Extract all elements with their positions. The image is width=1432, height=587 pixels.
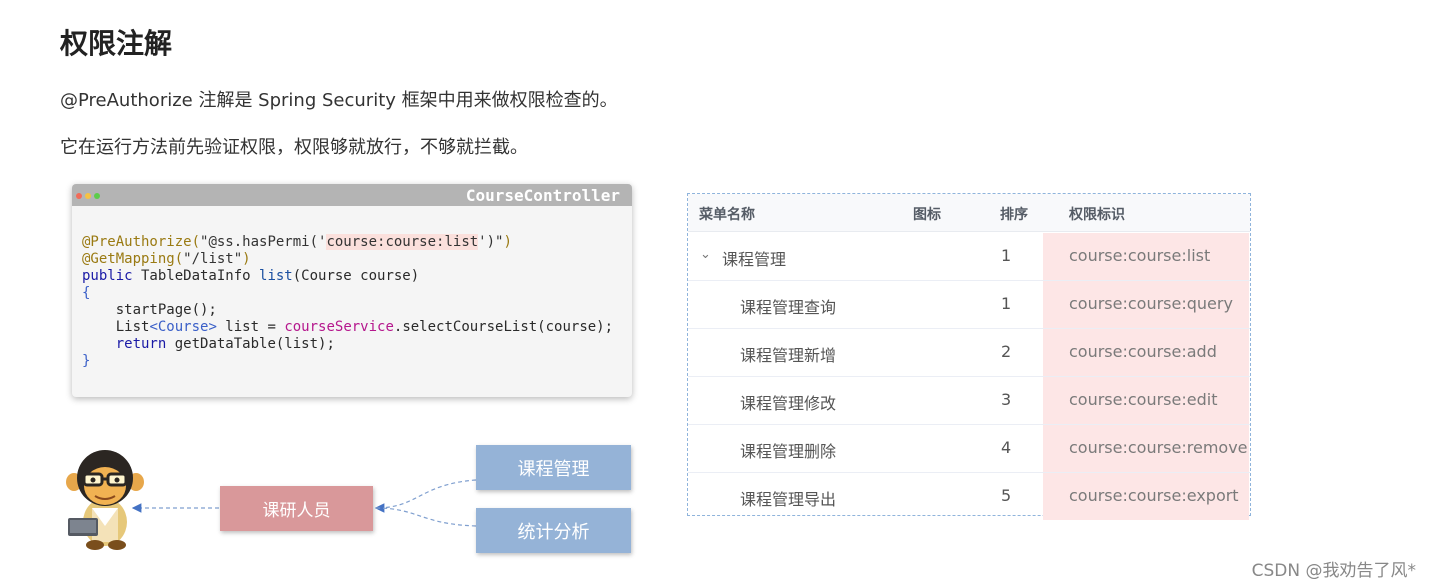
code-line-8: } — [82, 353, 91, 369]
menu1-to-role-arrow — [374, 479, 477, 513]
code-token: courseService — [284, 319, 394, 335]
permission-value: course:course:export — [1069, 486, 1239, 505]
sort-value: 4 — [1001, 438, 1012, 457]
menu-name: 课程管理查询 — [740, 298, 837, 317]
code-token: (Course course) — [292, 268, 420, 284]
code-token: ')" — [478, 234, 504, 250]
code-token: .selectCourseList(course); — [393, 319, 614, 335]
code-block: @PreAuthorize("@ss.hasPermi('course:cour… — [82, 234, 613, 370]
role-box: 课研人员 — [220, 486, 373, 531]
table-row[interactable]: 课程管理修改 3 course:course:edit — [688, 377, 1250, 425]
menu-box-statistics: 统计分析 — [476, 508, 631, 553]
sort-value: 3 — [1001, 390, 1012, 409]
menu-name: 课程管理新增 — [740, 346, 837, 365]
sort-value: 1 — [1001, 294, 1012, 313]
table-row[interactable]: ⌄ 课程管理 1 course:course:list — [688, 233, 1250, 281]
table-row[interactable]: 课程管理导出 5 course:course:export — [688, 473, 1250, 521]
code-token: <Course> — [149, 319, 217, 335]
code-line-5: startPage(); — [82, 302, 217, 318]
code-line-4: { — [82, 285, 91, 301]
table-row[interactable]: 课程管理删除 4 course:course:remove — [688, 425, 1250, 473]
permission-value: course:course:remove — [1069, 438, 1248, 457]
code-token: (); — [191, 302, 217, 318]
code-token: TableDataInfo — [132, 268, 260, 284]
code-line-1: @PreAuthorize("@ss.hasPermi('course:cour… — [82, 234, 512, 250]
header-sort[interactable]: 排序 — [1000, 204, 1028, 224]
chevron-down-icon[interactable]: ⌄ — [700, 247, 711, 262]
intro-paragraph: @PreAuthorize 注解是 Spring Security 框架中用来做… — [60, 90, 618, 111]
programmer-monkey-icon — [66, 450, 144, 550]
permission-value: course:course:edit — [1069, 390, 1218, 409]
close-dot-icon — [76, 193, 82, 199]
code-token: ) — [503, 234, 512, 250]
maximize-dot-icon — [94, 193, 100, 199]
code-token: "/list" — [183, 251, 243, 267]
permission-value: course:course:list — [1069, 246, 1211, 265]
code-title: CourseController — [465, 186, 620, 205]
code-token: list — [259, 268, 293, 284]
table-row[interactable]: 课程管理新增 2 course:course:add — [688, 329, 1250, 377]
code-token: return — [82, 336, 167, 352]
sort-value: 2 — [1001, 342, 1012, 361]
code-token: public — [82, 268, 133, 284]
header-icon[interactable]: 图标 — [913, 204, 941, 224]
permission-value: course:course:query — [1069, 294, 1233, 313]
code-token: list = — [216, 319, 285, 335]
table-header: 菜单名称 图标 排序 权限标识 — [688, 194, 1250, 232]
permission-value: course:course:add — [1069, 342, 1217, 361]
code-token: @PreAuthorize( — [82, 234, 201, 250]
header-menu-name[interactable]: 菜单名称 — [699, 204, 755, 224]
code-token: getDataTable(list); — [166, 336, 335, 352]
header-permission[interactable]: 权限标识 — [1069, 204, 1125, 224]
code-token: startPage — [82, 302, 192, 318]
code-titlebar: CourseController — [72, 184, 632, 206]
menu2-to-role-arrow — [375, 507, 477, 527]
menu-name: 课程管理修改 — [740, 394, 837, 413]
menu-name: 课程管理导出 — [740, 490, 837, 509]
sort-value: 5 — [1001, 486, 1012, 505]
code-token: @GetMapping( — [82, 251, 184, 267]
menu-box-course-management: 课程管理 — [476, 445, 631, 490]
page-title: 权限注解 — [60, 27, 173, 60]
code-window: CourseController @PreAuthorize("@ss.hasP… — [72, 184, 632, 397]
permission-table: 菜单名称 图标 排序 权限标识 ⌄ 课程管理 1 course:course:l… — [687, 193, 1251, 520]
code-line-7: return getDataTable(list); — [82, 336, 335, 352]
code-permission-highlight: course:course:list — [326, 234, 479, 250]
code-line-3: public TableDataInfo list(Course course) — [82, 268, 419, 284]
sort-value: 1 — [1001, 246, 1012, 265]
menu-name: 课程管理 — [722, 250, 787, 269]
minimize-dot-icon — [85, 193, 91, 199]
code-token: ) — [242, 251, 251, 267]
watermark: CSDN @我劝告了风* — [1251, 561, 1416, 581]
code-token: "@ss.hasPermi(' — [200, 234, 327, 250]
table-row[interactable]: 课程管理查询 1 course:course:query — [688, 281, 1250, 329]
code-line-6: List<Course> list = courseService.select… — [82, 319, 613, 335]
code-token: List — [82, 319, 150, 335]
menu-name: 课程管理删除 — [740, 442, 837, 461]
code-line-2: @GetMapping("/list") — [82, 251, 251, 267]
description-paragraph: 它在运行方法前先验证权限，权限够就放行，不够就拦截。 — [60, 137, 528, 158]
